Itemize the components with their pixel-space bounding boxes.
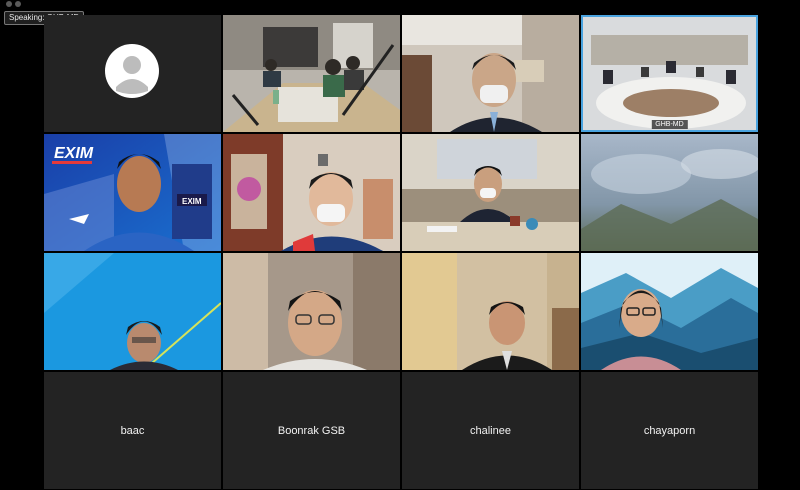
video-tile-meeting-room[interactable] bbox=[223, 15, 400, 132]
participant-tile-no-video[interactable] bbox=[44, 15, 221, 132]
video-tile-glasses-participant[interactable] bbox=[223, 253, 400, 370]
video-feed-blurred-background bbox=[581, 134, 758, 251]
participant-tile-chayaporn[interactable]: chayaporn bbox=[581, 372, 758, 489]
video-tile-suit-participant[interactable] bbox=[402, 253, 579, 370]
video-tile-masked-participant[interactable] bbox=[402, 15, 579, 132]
participant-name: chayaporn bbox=[643, 424, 696, 437]
video-feed-blue-background bbox=[44, 253, 221, 370]
video-tile-blue-background[interactable] bbox=[44, 253, 221, 370]
participant-name: baac bbox=[120, 424, 145, 437]
video-feed-mountain-background bbox=[581, 253, 758, 370]
video-feed-glasses-participant bbox=[223, 253, 400, 370]
participant-name: Boonrak GSB bbox=[277, 424, 346, 437]
window-controls bbox=[6, 1, 21, 7]
participant-tile-boonrak-gsb[interactable]: Boonrak GSB bbox=[223, 372, 400, 489]
exim-logo: EXIM bbox=[54, 145, 94, 162]
participant-name-tag: GHB-MD bbox=[651, 120, 688, 129]
video-feed-masked-participant bbox=[402, 15, 579, 132]
video-feed-desk-participant bbox=[402, 134, 579, 251]
avatar-placeholder-icon bbox=[105, 44, 159, 98]
exim-building-logo: EXIM bbox=[182, 197, 202, 206]
window-minimize-dot[interactable] bbox=[15, 1, 21, 7]
video-tile-exim-background[interactable]: EXIM EXIM bbox=[44, 134, 221, 251]
participant-name: chalinee bbox=[470, 424, 511, 437]
video-tile-blurred-background[interactable] bbox=[581, 134, 758, 251]
video-feed-conference-room bbox=[581, 15, 758, 132]
video-feed-exim-background: EXIM EXIM bbox=[44, 134, 221, 251]
video-tile-mountain-background[interactable] bbox=[581, 253, 758, 370]
participant-tile-chalinee[interactable]: chalinee bbox=[402, 372, 579, 489]
gallery-grid: GHB-MD EXIM EXIM baac Boonrak GSB chalin… bbox=[44, 15, 759, 489]
video-tile-desk-participant[interactable] bbox=[402, 134, 579, 251]
video-feed-suit-participant bbox=[402, 253, 579, 370]
participant-tile-baac[interactable]: baac bbox=[44, 372, 221, 489]
video-tile-active-speaker[interactable]: GHB-MD bbox=[581, 15, 758, 132]
window-close-dot[interactable] bbox=[6, 1, 12, 7]
video-feed-meeting-room bbox=[223, 15, 400, 132]
video-feed-office-participant bbox=[223, 134, 400, 251]
video-tile-office-participant[interactable] bbox=[223, 134, 400, 251]
